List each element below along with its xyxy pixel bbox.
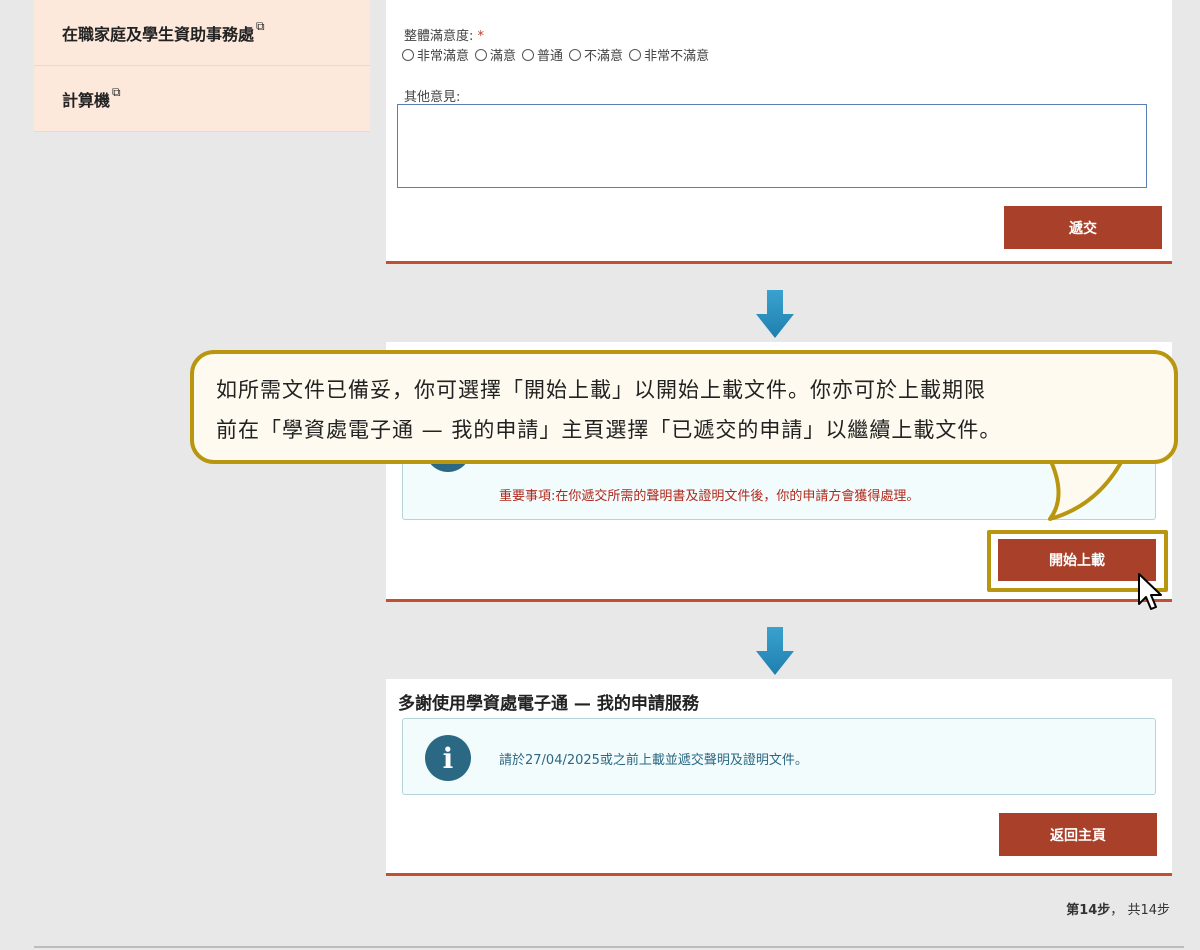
radio-button[interactable]: [569, 48, 582, 61]
rating-label: 整體滿意度: *: [404, 25, 484, 44]
thanks-panel: 多謝使用學資處電子通 — 我的申請服務 i 請於27/04/2025或之前上載並…: [386, 679, 1172, 876]
required-mark: *: [477, 29, 485, 44]
return-home-button[interactable]: 返回主頁: [999, 813, 1157, 856]
rating-option-average[interactable]: 普通: [522, 45, 563, 64]
option-label: 不滿意: [584, 49, 624, 64]
deadline-notice: 請於27/04/2025或之前上載並遞交聲明及證明文件。: [499, 753, 808, 768]
sidebar-item-label: 計算機: [62, 90, 111, 110]
important-notice: 重要事項:在你遞交所需的聲明書及證明文件後，你的申請方會獲得處理。: [499, 489, 920, 504]
sidebar: 在職家庭及學生資助事務處 ⧉ 計算機 ⧉: [34, 0, 370, 132]
rating-option-dissatisfied[interactable]: 不滿意: [569, 45, 623, 64]
rating-option-very-dissatisfied[interactable]: 非常不滿意: [629, 45, 709, 64]
comment-label: 其他意見:: [404, 90, 461, 105]
option-label: 非常滿意: [417, 49, 470, 64]
survey-panel: 整體滿意度: * 非常滿意 滿意 普通 不滿意 非常不滿意 其他意見: 遞交: [386, 0, 1172, 264]
info-icon: i: [425, 735, 471, 781]
step-separator: ，: [1110, 903, 1124, 918]
submit-button[interactable]: 遞交: [1004, 206, 1162, 249]
footer-divider: [34, 946, 1184, 948]
thanks-title: 多謝使用學資處電子通 — 我的申請服務: [398, 694, 699, 714]
rating-option-satisfied[interactable]: 滿意: [475, 45, 516, 64]
rating-option-very-satisfied[interactable]: 非常滿意: [402, 45, 469, 64]
comment-input[interactable]: [397, 104, 1147, 188]
down-arrow-icon: [756, 290, 794, 338]
callout-tail: [1040, 455, 1150, 521]
down-arrow-icon: [756, 627, 794, 675]
option-label: 滿意: [490, 49, 517, 64]
option-label: 非常不滿意: [644, 49, 710, 64]
current-step: 第14步: [1066, 903, 1111, 918]
sidebar-item-label: 在職家庭及學生資助事務處: [62, 24, 255, 44]
step-indicator: 第14步， 共14步: [1066, 899, 1170, 918]
external-link-icon: ⧉: [256, 19, 265, 33]
rating-options: 非常滿意 滿意 普通 不滿意 非常不滿意: [402, 45, 711, 64]
mouse-cursor-icon: [1138, 573, 1162, 610]
callout-text-line-1: 如所需文件已備妥，你可選擇「開始上載」以開始上載文件。你亦可於上載期限: [216, 378, 986, 402]
radio-button[interactable]: [475, 48, 488, 61]
radio-button[interactable]: [402, 48, 414, 61]
option-label: 普通: [537, 49, 564, 64]
instruction-callout: 如所需文件已備妥，你可選擇「開始上載」以開始上載文件。你亦可於上載期限 前在「學…: [190, 350, 1178, 464]
radio-button[interactable]: [522, 48, 535, 61]
callout-text-line-2: 前在「學資處電子通 — 我的申請」主頁選擇「已遞交的申請」以繼續上載文件。: [216, 418, 1002, 442]
external-link-icon: ⧉: [112, 85, 121, 99]
total-steps: 共14步: [1127, 903, 1170, 918]
deadline-notice-box: i 請於27/04/2025或之前上載並遞交聲明及證明文件。: [402, 718, 1156, 795]
radio-button[interactable]: [629, 48, 642, 61]
rating-label-text: 整體滿意度:: [404, 29, 474, 44]
sidebar-item-wfsfaa[interactable]: 在職家庭及學生資助事務處 ⧉: [34, 0, 370, 66]
sidebar-item-calculator[interactable]: 計算機 ⧉: [34, 66, 370, 132]
